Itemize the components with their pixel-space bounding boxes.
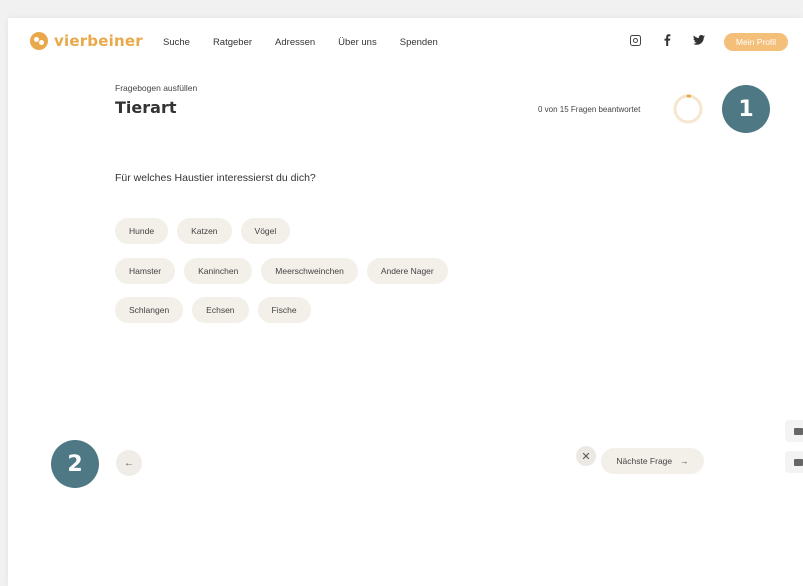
option-kaninchen[interactable]: Kaninchen bbox=[184, 258, 253, 284]
step-badge-1: 1 bbox=[722, 85, 770, 133]
paw-icon bbox=[30, 32, 48, 50]
option-katzen[interactable]: Katzen bbox=[177, 218, 232, 244]
option-hunde[interactable]: Hunde bbox=[115, 218, 169, 244]
nav-item-adressen[interactable]: Adressen bbox=[275, 37, 315, 48]
next-question-label: Nächste Frage bbox=[616, 456, 673, 466]
options-row-2: Hamster Kaninchen Meerschweinchen Andere… bbox=[115, 258, 448, 284]
option-fische[interactable]: Fische bbox=[257, 297, 311, 323]
arrow-right-icon: → bbox=[680, 456, 689, 466]
instagram-icon[interactable] bbox=[628, 33, 642, 47]
option-echsen[interactable]: Echsen bbox=[192, 297, 249, 323]
nav-item-suche[interactable]: Suche bbox=[163, 37, 190, 48]
back-button[interactable]: ← bbox=[116, 450, 142, 476]
option-schlangen[interactable]: Schlangen bbox=[115, 297, 184, 323]
twitter-icon[interactable] bbox=[692, 33, 706, 47]
option-meerschweinchen[interactable]: Meerschweinchen bbox=[261, 258, 358, 284]
options-row-1: Hunde Katzen Vögel bbox=[115, 218, 291, 244]
option-andere-nager[interactable]: Andere Nager bbox=[366, 258, 448, 284]
brand-name: vierbeiner bbox=[54, 32, 143, 50]
option-hamster[interactable]: Hamster bbox=[115, 258, 176, 284]
skip-button[interactable]: ✕ bbox=[576, 446, 596, 466]
progress-ring bbox=[673, 94, 703, 124]
facebook-icon[interactable] bbox=[660, 33, 674, 47]
step-badge-2: 2 bbox=[51, 440, 99, 488]
info-icon bbox=[793, 427, 803, 435]
section-subtitle: Fragebogen ausfüllen bbox=[115, 83, 198, 93]
option-voegel[interactable]: Vögel bbox=[240, 218, 291, 244]
social-links bbox=[628, 33, 706, 47]
progress-text: 0 von 15 Fragen beantwortet bbox=[538, 105, 641, 114]
page-card: vierbeiner Suche Ratgeber Adressen Über … bbox=[8, 18, 803, 586]
nav-item-spenden[interactable]: Spenden bbox=[400, 37, 438, 48]
nav-item-ratgeber[interactable]: Ratgeber bbox=[213, 37, 252, 48]
next-question-button[interactable]: Nächste Frage → bbox=[601, 448, 704, 474]
my-profile-button[interactable]: Mein Profil bbox=[724, 33, 788, 51]
nav-item-ueber-uns[interactable]: Über uns bbox=[338, 37, 377, 48]
close-icon: ✕ bbox=[581, 450, 591, 463]
main-nav: Suche Ratgeber Adressen Über uns Spenden bbox=[163, 37, 438, 48]
options-row-3: Schlangen Echsen Fische bbox=[115, 297, 311, 323]
brand-logo[interactable]: vierbeiner bbox=[30, 32, 143, 50]
page-title: Tierart bbox=[115, 98, 177, 117]
side-tab-info[interactable] bbox=[785, 420, 803, 442]
arrow-left-icon: ← bbox=[124, 457, 134, 469]
mail-icon bbox=[793, 458, 803, 466]
question-text: Für welches Haustier interessierst du di… bbox=[115, 172, 316, 184]
side-tab-mail[interactable] bbox=[785, 451, 803, 473]
